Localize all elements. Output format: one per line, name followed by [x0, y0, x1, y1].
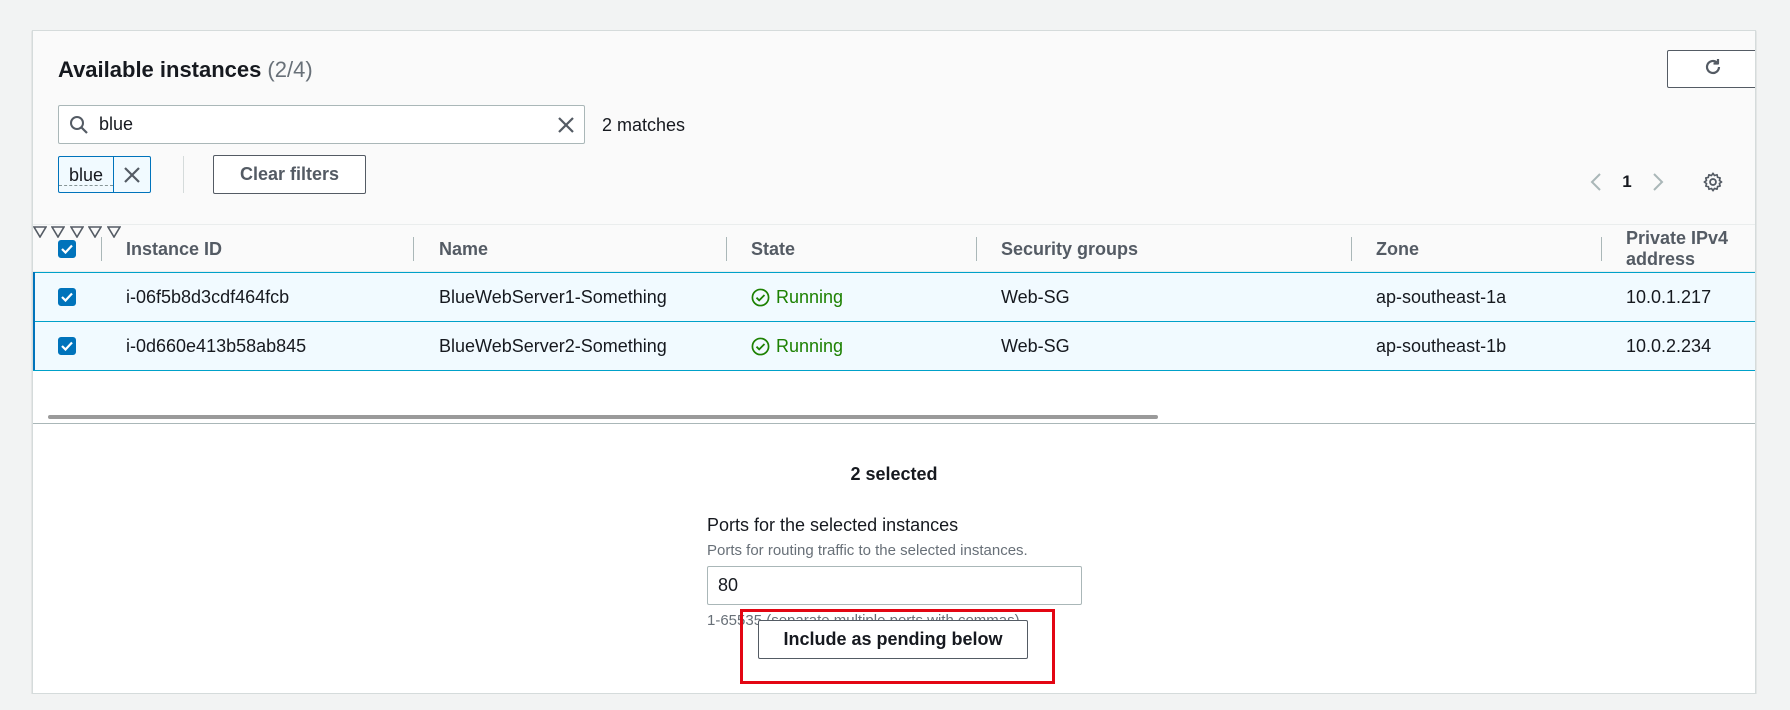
cell-name: BlueWebServer1-Something — [439, 286, 667, 307]
cell-name: BlueWebServer2-Something — [439, 335, 667, 356]
state-label: Running — [776, 335, 844, 356]
column-header-security-groups[interactable]: Security groups — [1001, 225, 1138, 273]
ports-description: Ports for routing traffic to the selecte… — [707, 542, 1028, 559]
search-field[interactable] — [58, 105, 585, 144]
table-bottom-divider — [33, 423, 1755, 424]
column-header-instance-id[interactable]: Instance ID — [126, 225, 222, 273]
selected-count: 2 selected — [850, 464, 938, 484]
row-selection-indicator — [33, 272, 35, 321]
instance-count: (2/4) — [267, 57, 313, 82]
column-header-zone[interactable]: Zone — [1376, 225, 1419, 273]
check-icon — [61, 292, 73, 302]
column-header-label: State — [751, 238, 796, 259]
cell-ipv4: 10.0.1.217 — [1626, 286, 1712, 307]
pagination: 1 — [1578, 167, 1676, 197]
row-selection-indicator — [33, 321, 35, 370]
column-separator[interactable] — [1351, 237, 1352, 261]
refresh-icon — [1703, 57, 1723, 82]
previous-page-icon[interactable] — [1578, 167, 1614, 197]
cell-instance-id: i-06f5b8d3cdf464fcb — [126, 286, 290, 307]
cell-security-groups: Web-SG — [1001, 335, 1070, 356]
panel-title: Available instances (2/4) — [58, 57, 313, 83]
select-all-checkbox[interactable] — [58, 240, 76, 258]
search-input[interactable] — [89, 105, 548, 144]
state-label: Running — [776, 286, 844, 307]
ports-label: Ports for the selected instances — [707, 515, 959, 535]
column-header-label: Zone — [1376, 238, 1419, 259]
panel-title-text: Available instances — [58, 57, 262, 82]
include-as-pending-button[interactable]: Include as pending below — [758, 620, 1028, 659]
column-separator[interactable] — [726, 237, 727, 261]
preferences-gear-icon[interactable] — [1698, 167, 1728, 197]
status-running-icon — [751, 288, 770, 306]
check-icon — [61, 341, 73, 351]
remove-filter-icon[interactable] — [113, 157, 150, 192]
filter-token-label[interactable]: blue — [59, 165, 114, 186]
filter-token: blue — [58, 156, 152, 193]
column-header-state[interactable]: State — [751, 225, 795, 273]
available-instances-panel: Available instances(2/4) 2 matches blue … — [32, 30, 1756, 694]
cell-ipv4: 10.0.2.234 — [1626, 335, 1712, 356]
table-header: Instance ID Name State Security groups Z… — [33, 224, 1755, 272]
column-separator[interactable] — [413, 237, 414, 261]
status-running-icon — [751, 337, 770, 355]
cell-instance-id: i-0d660e413b58ab845 — [126, 335, 307, 356]
column-header-label: Security groups — [1001, 238, 1139, 259]
column-separator[interactable] — [1601, 237, 1602, 261]
search-icon — [59, 106, 89, 144]
cell-state: Running — [751, 322, 843, 370]
table-row[interactable]: i-06f5b8d3cdf464fcb BlueWebServer1-Somet… — [33, 272, 1755, 321]
column-header-private-ipv4[interactable]: Private IPv4 address — [1626, 225, 1755, 273]
cell-zone: ap-southeast-1a — [1376, 286, 1507, 307]
row-checkbox[interactable] — [58, 337, 76, 355]
table-row[interactable]: i-0d660e413b58ab845 BlueWebServer2-Somet… — [33, 321, 1755, 371]
clear-filters-button[interactable]: Clear filters — [213, 155, 366, 194]
check-icon — [61, 244, 73, 254]
page-top-strip — [0, 0, 1790, 18]
column-separator — [101, 237, 102, 261]
cell-state: Running — [751, 273, 843, 321]
clear-search-icon[interactable] — [548, 106, 584, 144]
column-header-name[interactable]: Name — [439, 225, 488, 273]
page-bottom-strip — [0, 694, 1790, 710]
row-checkbox[interactable] — [58, 288, 76, 306]
filter-divider — [183, 156, 184, 193]
sort-down-icon[interactable] — [106, 225, 122, 242]
column-header-label: Private IPv4 address — [1626, 228, 1729, 269]
column-separator[interactable] — [976, 237, 977, 261]
column-header-label: Instance ID — [126, 238, 223, 259]
cell-security-groups: Web-SG — [1001, 286, 1070, 307]
ports-input[interactable] — [707, 566, 1082, 605]
sort-down-icon[interactable] — [33, 225, 48, 242]
cell-zone: ap-southeast-1b — [1376, 335, 1507, 356]
refresh-button[interactable] — [1667, 50, 1755, 88]
next-page-icon[interactable] — [1640, 167, 1676, 197]
current-page-number[interactable]: 1 — [1614, 172, 1640, 192]
column-header-label: Name — [439, 238, 489, 259]
horizontal-scrollbar-thumb[interactable] — [48, 415, 1158, 419]
matches-count: 2 matches — [602, 115, 686, 135]
